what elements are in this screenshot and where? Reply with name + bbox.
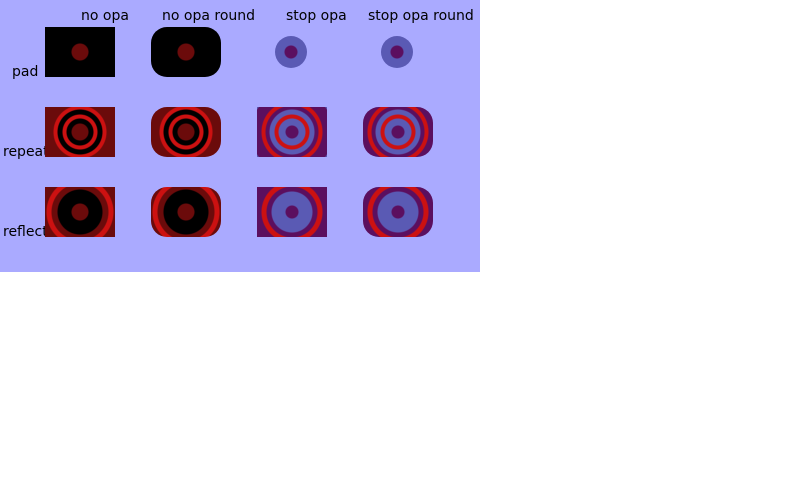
gradient-tile-repeat-no-opa-round	[151, 107, 221, 157]
gradient-tile-reflect-stop-opa-round	[363, 187, 433, 237]
gradient-tile-reflect-no-opa	[45, 187, 115, 237]
row-label-pad: pad	[12, 64, 39, 80]
gradient-tile-pad-no-opa	[45, 27, 115, 77]
gradient-tile-repeat-stop-opa-round	[363, 107, 433, 157]
column-header-no-opa-round: no opa round	[162, 8, 256, 24]
gradient-tile-pad-no-opa-round	[151, 27, 221, 77]
demo-panel: no opa no opa round stop opa stop opa ro…	[0, 0, 480, 272]
gradient-tile-repeat-no-opa	[45, 107, 115, 157]
column-header-stop-opa-round: stop opa round	[368, 8, 474, 24]
row-label-repeat: repeat	[3, 144, 49, 160]
gradient-tile-pad-stop-opa-round	[381, 36, 413, 68]
gradient-tile-reflect-stop-opa	[257, 187, 327, 237]
column-header-stop-opa: stop opa	[286, 8, 347, 24]
column-header-no-opa: no opa	[81, 8, 129, 24]
gradient-tile-repeat-stop-opa	[257, 107, 327, 157]
gradient-tile-pad-stop-opa	[275, 36, 307, 68]
row-label-reflect: reflect	[3, 224, 48, 240]
gradient-tile-reflect-no-opa-round	[151, 187, 221, 237]
